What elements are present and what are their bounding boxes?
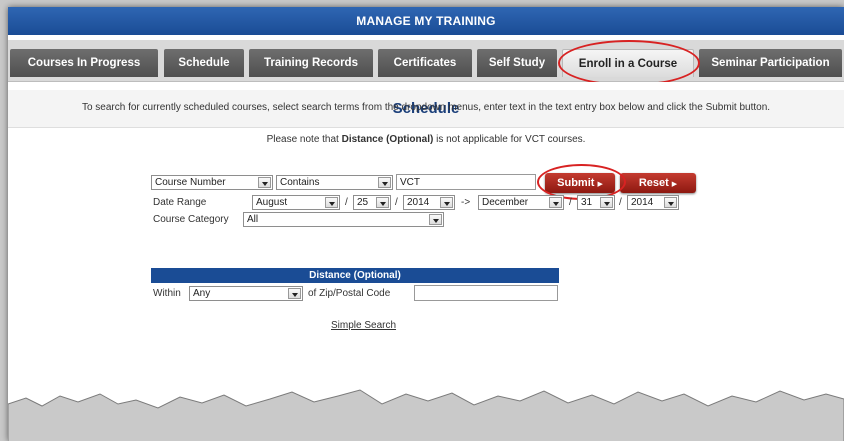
from-month-value: August: [256, 197, 288, 208]
window-title: MANAGE MY TRAINING: [8, 7, 844, 35]
dropdown-arrow-icon: [429, 214, 442, 225]
tab-bar: Courses In Progress Schedule Training Re…: [8, 40, 844, 82]
from-day-select[interactable]: 25: [353, 195, 391, 210]
instructions-text: To search for currently scheduled course…: [81, 102, 771, 113]
torn-edge-decoration: [8, 389, 844, 441]
tab-enroll-in-a-course[interactable]: Enroll in a Course: [562, 49, 694, 77]
training-window: MANAGE MY TRAINING Courses In Progress S…: [8, 7, 844, 441]
to-month-value: December: [482, 197, 529, 208]
date-slash: /: [619, 197, 622, 208]
date-slash: /: [569, 197, 572, 208]
zip-code-input[interactable]: [414, 285, 558, 301]
course-category-value: All: [247, 214, 259, 225]
tab-schedule[interactable]: Schedule: [164, 49, 244, 77]
zip-code-label: of Zip/Postal Code: [308, 288, 391, 299]
date-slash: /: [345, 197, 348, 208]
note-suffix: is not applicable for VCT courses.: [433, 134, 586, 145]
search-field-value: Course Number: [155, 177, 226, 188]
distance-heading: Distance (Optional): [151, 268, 559, 283]
dropdown-arrow-icon: [549, 197, 562, 208]
search-text-input[interactable]: [396, 174, 536, 190]
from-month-select[interactable]: August: [252, 195, 340, 210]
note-bold: Distance (Optional): [341, 134, 434, 145]
dropdown-arrow-icon: [664, 197, 677, 208]
distance-note: Please note that Distance (Optional) is …: [8, 134, 844, 145]
tab-seminar-participation[interactable]: Seminar Participation: [699, 49, 842, 77]
dropdown-arrow-icon: [258, 177, 271, 188]
dropdown-arrow-icon: [378, 177, 391, 188]
tab-certificates[interactable]: Certificates: [378, 49, 472, 77]
play-triangle-icon: ▶: [671, 181, 678, 188]
date-range-arrow: ->: [461, 197, 471, 208]
to-month-select[interactable]: December: [478, 195, 564, 210]
submit-button[interactable]: Submit ▶: [545, 173, 615, 193]
from-day-value: 25: [357, 197, 369, 208]
tab-self-study[interactable]: Self Study: [477, 49, 557, 77]
to-year-select[interactable]: 2014: [627, 195, 679, 210]
search-operator-value: Contains: [280, 177, 320, 188]
date-slash: /: [395, 197, 398, 208]
play-triangle-icon: ▶: [597, 181, 603, 188]
to-year-value: 2014: [631, 197, 654, 208]
to-day-select[interactable]: 31: [577, 195, 615, 210]
note-prefix: Please note that: [266, 134, 342, 145]
from-year-select[interactable]: 2014: [403, 195, 455, 210]
reset-button[interactable]: Reset ▶: [620, 173, 696, 193]
dropdown-arrow-icon: [600, 197, 613, 208]
dropdown-arrow-icon: [325, 197, 338, 208]
search-operator-select[interactable]: Contains: [276, 175, 393, 190]
within-label: Within: [153, 288, 181, 299]
distance-within-select[interactable]: Any: [189, 286, 303, 301]
distance-within-value: Any: [193, 288, 211, 299]
course-category-select[interactable]: All: [243, 212, 444, 227]
dropdown-arrow-icon: [440, 197, 453, 208]
reset-label: Reset: [638, 177, 669, 189]
to-day-value: 31: [581, 197, 593, 208]
tab-courses-in-progress[interactable]: Courses In Progress: [10, 49, 158, 77]
from-year-value: 2014: [407, 197, 430, 208]
dropdown-arrow-icon: [376, 197, 389, 208]
date-range-label: Date Range: [153, 197, 207, 208]
search-field-select[interactable]: Course Number: [151, 175, 273, 190]
dropdown-arrow-icon: [288, 288, 301, 299]
submit-label: Submit: [557, 177, 595, 189]
course-category-label: Course Category: [153, 214, 229, 225]
simple-search-link[interactable]: Simple Search: [331, 320, 396, 331]
tab-training-records[interactable]: Training Records: [249, 49, 373, 77]
